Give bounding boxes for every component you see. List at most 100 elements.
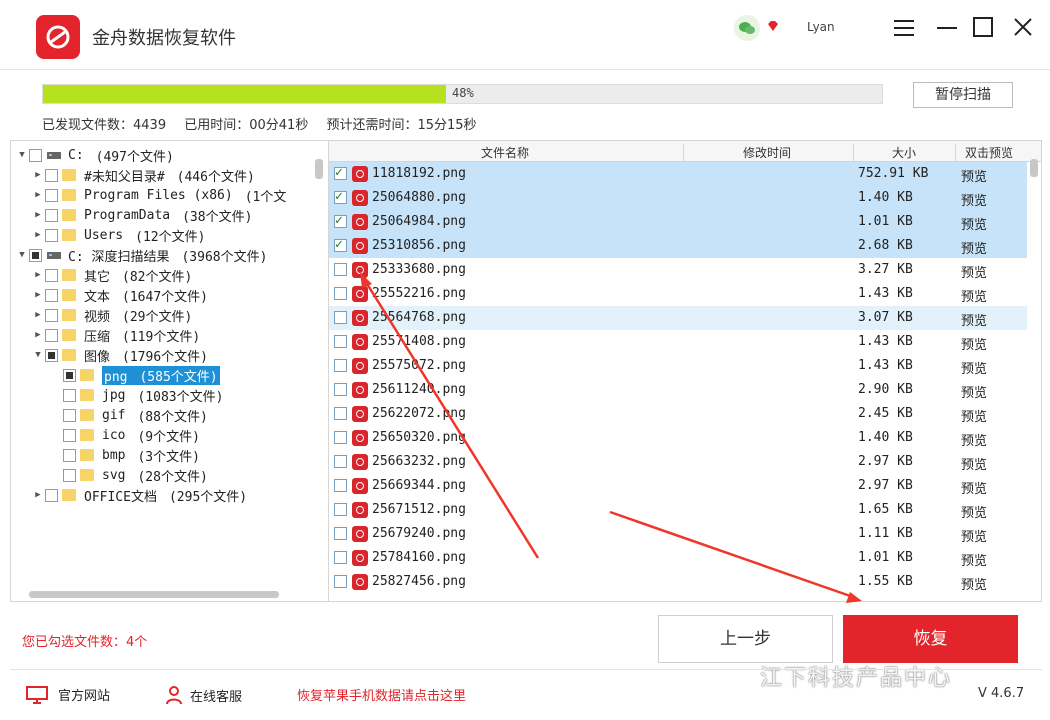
file-checkbox[interactable] — [334, 527, 347, 540]
preview-link[interactable]: 预览 — [961, 238, 987, 257]
tree-vertical-scrollbar[interactable] — [315, 159, 323, 179]
iphone-recovery-link[interactable]: 恢复苹果手机数据请点击这里 — [297, 685, 466, 704]
file-row[interactable]: 25552216.png 1.43 KB 预览 — [329, 282, 1027, 306]
tree-node-svg[interactable]: svg (28个文件) — [63, 465, 208, 485]
expand-arrow-icon[interactable]: ▶ — [31, 210, 45, 220]
file-row[interactable]: 25564768.png 3.07 KB 预览 — [329, 306, 1027, 330]
preview-link[interactable]: 预览 — [961, 190, 987, 209]
file-checkbox[interactable] — [334, 431, 347, 444]
preview-link[interactable]: 预览 — [961, 406, 987, 425]
tree-checkbox[interactable] — [45, 288, 58, 302]
tree-checkbox[interactable] — [45, 348, 58, 362]
preview-link[interactable]: 预览 — [961, 478, 987, 497]
expand-arrow-icon[interactable]: ▶ — [31, 330, 45, 340]
column-header-modified[interactable]: 修改时间 — [743, 144, 791, 161]
file-row[interactable]: 25622072.png 2.45 KB 预览 — [329, 402, 1027, 426]
preview-link[interactable]: 预览 — [961, 358, 987, 377]
tree-checkbox[interactable] — [63, 468, 76, 482]
tree-checkbox[interactable] — [45, 328, 58, 342]
preview-link[interactable]: 预览 — [961, 382, 987, 401]
tree-checkbox[interactable] — [63, 428, 76, 442]
tree-checkbox[interactable] — [63, 368, 76, 382]
tree-node-archive[interactable]: ▶ 压缩 (119个文件) — [31, 325, 200, 345]
tree-checkbox[interactable] — [45, 188, 58, 202]
tree-horizontal-scrollbar[interactable] — [29, 591, 279, 598]
column-header-size[interactable]: 大小 — [892, 144, 916, 161]
preview-link[interactable]: 预览 — [961, 574, 987, 593]
preview-link[interactable]: 预览 — [961, 166, 987, 185]
file-checkbox[interactable] — [334, 503, 347, 516]
tree-checkbox[interactable] — [45, 228, 58, 242]
preview-link[interactable]: 预览 — [961, 454, 987, 473]
file-checkbox[interactable] — [334, 311, 347, 324]
tree-checkbox[interactable] — [63, 388, 76, 402]
wechat-icon[interactable] — [734, 15, 760, 41]
file-checkbox[interactable] — [334, 455, 347, 468]
file-checkbox[interactable] — [334, 213, 347, 228]
tree-checkbox[interactable] — [45, 488, 58, 502]
maximize-icon[interactable] — [970, 14, 998, 42]
expand-arrow-icon[interactable]: ▶ — [31, 270, 45, 280]
expand-arrow-icon[interactable]: ▶ — [31, 190, 45, 200]
collapse-arrow-icon[interactable]: ▼ — [31, 350, 45, 360]
tree-node-ico[interactable]: ico (9个文件) — [63, 425, 200, 445]
tree-node-bmp[interactable]: bmp (3个文件) — [63, 445, 200, 465]
preview-link[interactable]: 预览 — [961, 334, 987, 353]
website-link[interactable]: 官方网站 — [26, 685, 110, 704]
tree-node-gif[interactable]: gif (88个文件) — [63, 405, 208, 425]
username[interactable]: Lyan — [807, 20, 835, 34]
file-row[interactable]: 25671512.png 1.65 KB 预览 — [329, 498, 1027, 522]
tree-node-png-label[interactable]: png (585个文件) — [102, 365, 220, 385]
tree-node-unknown-parent[interactable]: ▶ #未知父目录# (446个文件) — [31, 165, 255, 185]
tree-node-deep-scan[interactable]: ▼ C: 深度扫描结果 (3968个文件) — [15, 245, 267, 265]
close-icon[interactable] — [1010, 14, 1038, 42]
file-checkbox[interactable] — [334, 359, 347, 372]
file-checkbox[interactable] — [334, 263, 347, 276]
vip-gem-icon[interactable] — [766, 19, 780, 33]
tree-node-other[interactable]: ▶ 其它 (82个文件) — [31, 265, 192, 285]
tree-checkbox[interactable] — [29, 148, 42, 162]
file-checkbox[interactable] — [334, 237, 347, 252]
file-row[interactable]: 25669344.png 2.97 KB 预览 — [329, 474, 1027, 498]
expand-arrow-icon[interactable]: ▶ — [31, 490, 45, 500]
file-checkbox[interactable] — [334, 407, 347, 420]
preview-link[interactable]: 预览 — [961, 310, 987, 329]
pause-scan-button[interactable]: 暂停扫描 — [913, 82, 1013, 108]
tree-node-png[interactable]: png (585个文件) — [63, 365, 220, 385]
tree-checkbox[interactable] — [45, 268, 58, 282]
tree-node-c[interactable]: ▼ C: (497个文件) — [15, 145, 174, 165]
list-vertical-scrollbar[interactable] — [1030, 159, 1038, 177]
file-checkbox[interactable] — [334, 383, 347, 396]
expand-arrow-icon[interactable]: ▶ — [31, 290, 45, 300]
tree-node-programdata[interactable]: ▶ ProgramData (38个文件) — [31, 205, 252, 225]
file-checkbox[interactable] — [334, 287, 347, 300]
tree-checkbox[interactable] — [29, 248, 42, 262]
file-row[interactable]: 25333680.png 3.27 KB 预览 — [329, 258, 1027, 282]
file-checkbox[interactable] — [334, 165, 347, 180]
tree-node-image[interactable]: ▼ 图像 (1796个文件) — [31, 345, 208, 365]
tree-checkbox[interactable] — [63, 408, 76, 422]
file-checkbox[interactable] — [334, 479, 347, 492]
tree-node-users[interactable]: ▶ Users (12个文件) — [31, 225, 205, 245]
online-support-link[interactable]: 在线客服 — [164, 685, 242, 705]
tree-node-jpg[interactable]: jpg (1083个文件) — [63, 385, 223, 405]
column-header-name[interactable]: 文件名称 — [481, 144, 529, 161]
file-checkbox[interactable] — [334, 189, 347, 204]
expand-arrow-icon[interactable]: ▶ — [31, 230, 45, 240]
preview-link[interactable]: 预览 — [961, 502, 987, 521]
tree-node-office[interactable]: ▶ OFFICE文档 (295个文件) — [31, 485, 247, 505]
tree-node-video[interactable]: ▶ 视频 (29个文件) — [31, 305, 192, 325]
file-row[interactable]: 25827456.png 1.55 KB 预览 — [329, 570, 1027, 594]
menu-icon[interactable] — [890, 14, 918, 42]
preview-link[interactable]: 预览 — [961, 526, 987, 545]
file-row[interactable]: 25575072.png 1.43 KB 预览 — [329, 354, 1027, 378]
preview-link[interactable]: 预览 — [961, 430, 987, 449]
file-row[interactable]: 25679240.png 1.11 KB 预览 — [329, 522, 1027, 546]
tree-checkbox[interactable] — [45, 208, 58, 222]
preview-link[interactable]: 预览 — [961, 262, 987, 281]
file-row[interactable]: 25650320.png 1.40 KB 预览 — [329, 426, 1027, 450]
file-row[interactable]: 11818192.png 752.91 KB 预览 — [329, 162, 1027, 186]
expand-arrow-icon[interactable]: ▶ — [31, 310, 45, 320]
file-row[interactable]: 25611240.png 2.90 KB 预览 — [329, 378, 1027, 402]
tree-checkbox[interactable] — [45, 308, 58, 322]
